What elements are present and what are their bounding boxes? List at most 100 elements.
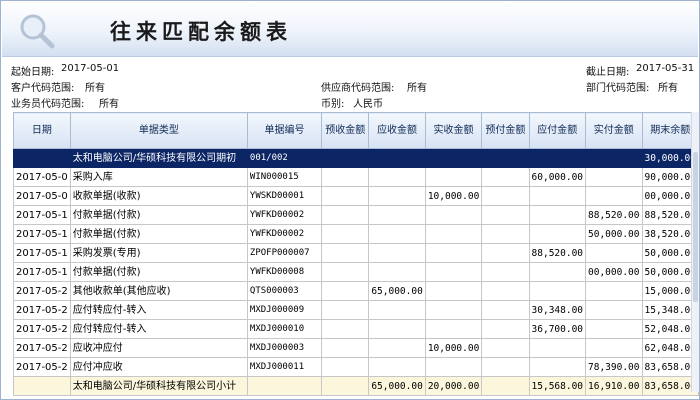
cell-payable: 36,700.00 [528, 319, 587, 339]
col-header-pre-receipt[interactable]: 预收金额 [321, 112, 370, 149]
scrollbar-thumb[interactable] [693, 152, 698, 302]
cell-pre-payment [481, 262, 530, 282]
cell-date: 2017-05-2 [13, 281, 71, 301]
col-header-actual-payment[interactable]: 实付金额 [585, 112, 643, 149]
currency-label: 币别: [321, 99, 345, 110]
cell-receivable [368, 205, 426, 225]
cell-actual-receipt [424, 262, 483, 282]
start-date-label: 起始日期: [11, 67, 55, 78]
cell-receivable [368, 319, 426, 339]
dept-range-value: 所有 [658, 83, 678, 94]
col-header-pre-payment[interactable]: 预付金额 [481, 112, 530, 149]
col-header-doc-no[interactable]: 单据编号 [246, 112, 323, 149]
table-row[interactable]: 2017-05-1 付款单据(付款) YWFKD00002 88,520.00 88,5… [13, 205, 699, 225]
table-row[interactable]: 2017-05-2 应付转应付-转入 MXDJ000010 36,700.00 52,0… [13, 319, 699, 339]
cell-doc-no: MXDJ000003 [246, 338, 323, 358]
table-header-row: 日期 单据类型 单据编号 预收金额 应收金额 实收金额 预付金额 应付金额 实付… [13, 112, 699, 149]
cell-actual-payment: 88,520.00 [585, 205, 643, 225]
opening-balance-row[interactable]: 太和电脑公司/华硕科技有限公司期初 001/002 30,000.00 [13, 148, 699, 168]
cell-actual-payment [585, 243, 643, 263]
cell-actual-payment [585, 148, 643, 168]
cell-actual-payment [585, 167, 643, 187]
cell-actual-payment [585, 319, 643, 339]
magnifier-icon [20, 14, 55, 49]
cell-pre-payment [481, 376, 530, 396]
table-row[interactable]: 2017-05-1 付款单据(付款) YWFKD00002 50,000.00 38,5… [13, 224, 699, 244]
cell-doc-type: 应付冲应收 [69, 357, 248, 377]
cell-pre-payment [481, 357, 530, 377]
col-header-doc-type[interactable]: 单据类型 [69, 112, 248, 149]
cell-payable [528, 186, 587, 206]
table-row[interactable]: 2017-05-0 采购入库 WIN000015 60,000.00 90,000.00 [13, 167, 699, 187]
cell-pre-receipt [321, 205, 370, 225]
cell-pre-receipt [321, 167, 370, 187]
cell-pre-payment [481, 167, 530, 187]
vertical-scrollbar[interactable] [691, 112, 699, 392]
staff-range-label: 业务员代码范围: [11, 99, 85, 110]
cell-payable: 60,000.00 [528, 167, 587, 187]
supplier-range-value: 所有 [407, 83, 427, 94]
cell-date: 2017-05-1 [13, 224, 71, 244]
cell-receivable: 65,000.00 [368, 281, 426, 301]
report-window: 往来匹配余额表 起始日期: 2017-05-01 截止日期: 2017-05-3… [0, 0, 700, 400]
cell-date: 2017-05-2 [13, 300, 71, 320]
cell-doc-no: YWFKD00002 [246, 224, 323, 244]
cell-actual-receipt [424, 357, 483, 377]
cell-doc-no: YWFKD00008 [246, 262, 323, 282]
cell-doc-type: 付款单据(付款) [69, 262, 248, 282]
cell-date: 2017-05-1 [13, 205, 71, 225]
cell-doc-no: MXDJ000011 [246, 357, 323, 377]
cell-payable [528, 205, 587, 225]
cell-receivable [368, 243, 426, 263]
balance-table: 日期 单据类型 单据编号 预收金额 应收金额 实收金额 预付金额 应付金额 实付… [13, 112, 699, 396]
cell-pre-payment [481, 205, 530, 225]
cell-doc-type: 其他收款单(其他应收) [69, 281, 248, 301]
cell-doc-type: 采购入库 [69, 167, 248, 187]
cell-receivable [368, 167, 426, 187]
cell-payable: 30,348.00 [528, 300, 587, 320]
end-date-label: 截止日期: [586, 67, 630, 78]
customer-range-label: 客户代码范围: [11, 83, 75, 94]
table-row[interactable]: 2017-05-2 应付冲应收 MXDJ000011 78,390.00 83,658.… [13, 357, 699, 377]
cell-date [13, 376, 71, 396]
col-header-receivable[interactable]: 应收金额 [368, 112, 426, 149]
cell-actual-payment: 00,000.00 [585, 262, 643, 282]
cell-receivable: 65,000.00 [368, 376, 426, 396]
cell-doc-no: ZPOFP000007 [246, 243, 323, 263]
cell-pre-payment [481, 319, 530, 339]
cell-doc-no: MXDJ000010 [246, 319, 323, 339]
table-row[interactable]: 2017-05-2 其他收款单(其他应收) QTS000003 65,000.00 15… [13, 281, 699, 301]
table-row[interactable]: 2017-05-1 采购发票(专用) ZPOFP000007 88,520.00 50,… [13, 243, 699, 263]
cell-date: 2017-05-2 [13, 338, 71, 358]
cell-payable [528, 262, 587, 282]
table-row[interactable]: 2017-05-0 收款单据(收款) YWSKD00001 10,000.00 00,0… [13, 186, 699, 206]
cell-pre-receipt [321, 357, 370, 377]
cell-pre-receipt [321, 243, 370, 263]
cell-payable [528, 281, 587, 301]
cell-receivable [368, 262, 426, 282]
cell-receivable [368, 300, 426, 320]
cell-doc-no: YWFKD00002 [246, 205, 323, 225]
cell-actual-payment [585, 281, 643, 301]
col-header-actual-receipt[interactable]: 实收金额 [424, 112, 483, 149]
dept-range-label: 部门代码范围: [586, 83, 650, 94]
cell-payable [528, 148, 587, 168]
col-header-payable[interactable]: 应付金额 [528, 112, 587, 149]
cell-doc-type: 付款单据(付款) [69, 224, 248, 244]
cell-pre-receipt [321, 148, 370, 168]
cell-pre-receipt [321, 338, 370, 358]
currency-value: 人民币 [353, 99, 383, 110]
cell-actual-receipt: 10,000.00 [424, 338, 483, 358]
cell-pre-receipt [321, 224, 370, 244]
cell-doc-type: 收款单据(收款) [69, 186, 248, 206]
subtotal-row[interactable]: 太和电脑公司/华硕科技有限公司小计 65,000.00 20,000.00 15,56… [13, 376, 699, 396]
cell-date: 2017-05-0 [13, 186, 71, 206]
table-row[interactable]: 2017-05-2 应收冲应付 MXDJ000003 10,000.00 62,048.… [13, 338, 699, 358]
col-header-date[interactable]: 日期 [13, 112, 71, 149]
table-row[interactable]: 2017-05-2 应付转应付-转入 MXDJ000009 30,348.00 15,3… [13, 300, 699, 320]
cell-payable [528, 224, 587, 244]
table-row[interactable]: 2017-05-1 付款单据(付款) YWFKD00008 00,000.00 50,0… [13, 262, 699, 282]
report-title: 往来匹配余额表 [110, 19, 292, 44]
cell-doc-type: 太和电脑公司/华硕科技有限公司小计 [69, 376, 248, 396]
cell-pre-payment [481, 243, 530, 263]
